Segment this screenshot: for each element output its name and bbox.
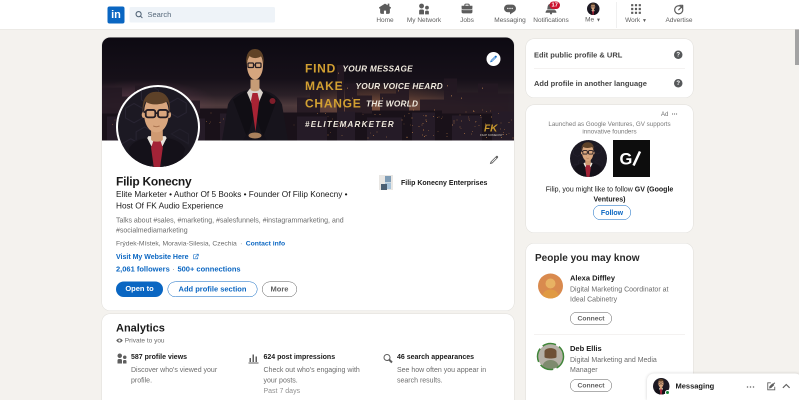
svg-text:YOUR MESSAGE: YOUR MESSAGE (343, 65, 414, 74)
svg-text:FIND: FIND (305, 62, 336, 76)
svg-text:FILIP KONECNY: FILIP KONECNY (480, 133, 503, 137)
svg-text:#ELITEMARKETER: #ELITEMARKETER (305, 120, 395, 129)
svg-text:THE WORLD: THE WORLD (366, 100, 418, 109)
svg-text:MAKE: MAKE (305, 79, 343, 93)
svg-text:CHANGE: CHANGE (305, 97, 362, 111)
svg-text:YOUR VOICE HEARD: YOUR VOICE HEARD (356, 82, 443, 91)
